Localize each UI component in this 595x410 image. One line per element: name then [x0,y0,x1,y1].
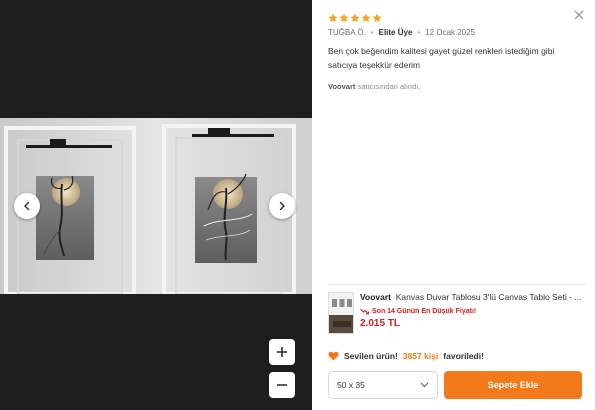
heart-icon [328,351,339,361]
trend-down-icon [360,308,369,315]
product-card[interactable]: Voovart Kanvas Duvar Tablosu 3'lü Canvas… [328,292,590,336]
favorites-suffix: favoriledi! [443,351,484,361]
separator-dot: • [417,28,421,37]
separator-dot: • [370,28,374,37]
seller-name[interactable]: Voovart [328,82,355,91]
review-author: TUĞBA Ö. [328,28,366,37]
rating-stars [328,13,382,23]
product-title: Kanvas Duvar Tablosu 3'lü Canvas Tablo S… [395,292,582,302]
minus-icon [277,384,287,386]
star-icon [361,13,371,23]
seller-source: Voovart satıcısından alındı. [328,82,420,91]
previous-image-button[interactable] [14,193,40,219]
divider [328,284,586,285]
lowest-price-note: Son 14 Günün En Düşük Fiyatı! [360,308,588,315]
lowest-price-text: Son 14 Günün En Düşük Fiyatı! [372,308,477,315]
review-text: Ben çok beğendim kalitesi gayet güzel re… [328,46,555,70]
review-meta: TUĞBA Ö. • Elite Üye • 12 Ocak 2025 [328,28,475,37]
size-select[interactable]: 50 x 35 [328,371,438,399]
review-panel: TUĞBA Ö. • Elite Üye • 12 Ocak 2025 Ben … [312,0,595,410]
review-photo [0,118,312,294]
zoom-in-button[interactable] [269,339,295,365]
product-seller: Voovart [360,292,392,302]
review-date: 12 Ocak 2025 [425,28,476,37]
seller-suffix: satıcısından alındı. [357,82,421,91]
favorites-line: Sevilen ürün! 3857 kişi favoriledi! [328,351,484,361]
add-to-cart-button[interactable]: Sepete Ekle [444,371,582,399]
next-image-button[interactable] [269,193,295,219]
product-info: Voovart Kanvas Duvar Tablosu 3'lü Canvas… [360,292,588,329]
member-badge: Elite Üye [378,28,413,37]
close-icon [574,10,584,20]
favorites-count: 3857 kişi [402,351,439,361]
favorites-prefix: Sevilen ürün! [344,351,398,361]
close-button[interactable] [572,8,586,22]
image-viewer [0,0,312,410]
chevron-right-icon [279,201,285,211]
star-icon [339,13,349,23]
product-title-line: Voovart Kanvas Duvar Tablosu 3'lü Canvas… [360,292,588,302]
star-icon [350,13,360,23]
zoom-out-button[interactable] [269,372,295,398]
star-icon [328,13,338,23]
product-price: 2.015 TL [360,318,401,329]
star-icon [372,13,382,23]
chevron-left-icon [24,201,30,211]
size-value: 50 x 35 [337,380,365,390]
product-thumbnail [328,292,354,334]
chevron-down-icon [420,382,429,388]
plus-icon [277,347,287,357]
